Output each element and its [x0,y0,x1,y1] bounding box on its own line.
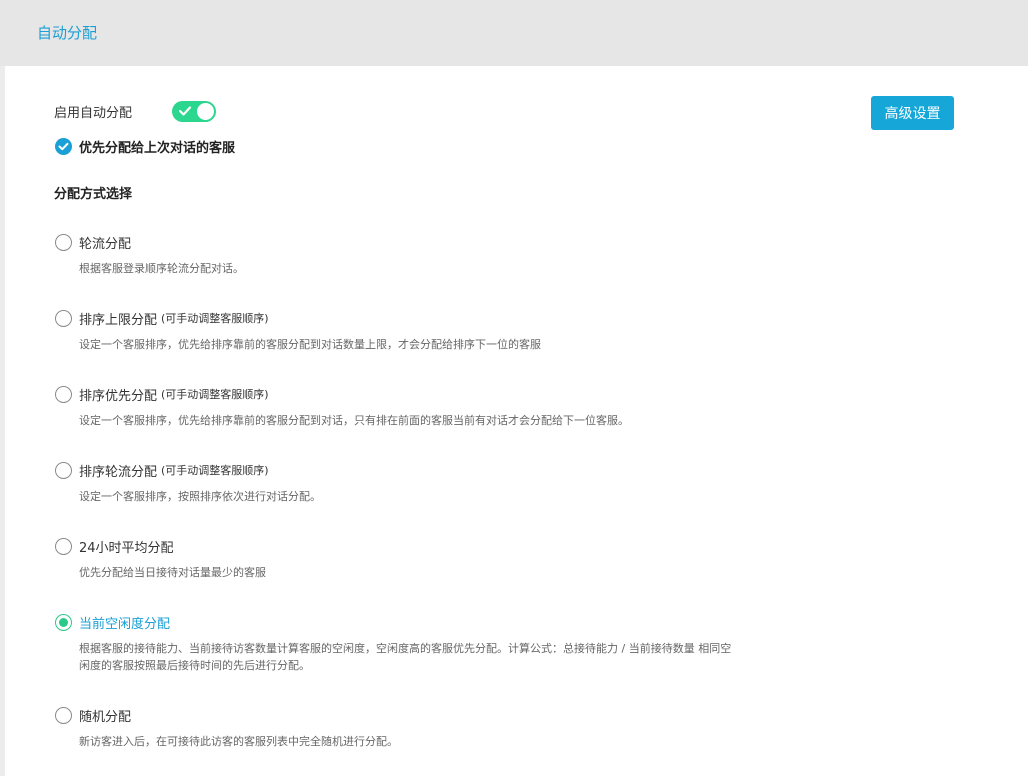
prefer-last-agent-checkbox[interactable]: 优先分配给上次对话的客服 [55,137,236,156]
option-note: (可手动调整客服顺序) [161,312,269,325]
option-note: (可手动调整客服顺序) [161,464,269,477]
section-title: 分配方式选择 [54,187,133,202]
option-24h-average[interactable]: 24小时平均分配 优先分配给当日接待对话量最少的客服 [55,537,739,581]
option-random[interactable]: 随机分配 新访客进入后，在可接待此访客的客服列表中完全随机进行分配。 [55,706,739,750]
option-description: 设定一个客服排序，优先给排序靠前的客服分配到对话，只有排在前面的客服当前有对话才… [79,414,629,427]
radio-button[interactable] [55,385,72,403]
enable-auto-assign-label: 启用自动分配 [54,106,133,121]
option-description: 新访客进入后，在可接待此访客的客服列表中完全随机进行分配。 [79,735,398,748]
option-sorted-round-robin[interactable]: 排序轮流分配 (可手动调整客服顺序) 设定一个客服排序，按照排序依次进行对话分配… [55,461,739,505]
option-label: 随机分配 [79,709,132,725]
option-label: 24小时平均分配 [79,540,174,556]
header-bar: 自动分配 [0,0,1028,66]
radio-button[interactable] [55,233,72,251]
page-title: 自动分配 [37,24,98,42]
check-icon [178,106,192,116]
checked-circle-icon[interactable] [55,137,72,155]
toggle-knob [197,103,214,120]
option-label: 排序轮流分配 [79,464,158,480]
option-label: 排序优先分配 [79,388,158,404]
option-label: 排序上限分配 [79,312,158,328]
radio-button[interactable] [55,537,72,555]
advanced-settings-button[interactable]: 高级设置 [871,96,954,130]
radio-button[interactable] [55,309,72,327]
prefer-last-agent-label: 优先分配给上次对话的客服 [79,140,236,156]
radio-dot [59,617,68,627]
option-sorted-priority[interactable]: 排序优先分配 (可手动调整客服顺序) 设定一个客服排序，优先给排序靠前的客服分配… [55,385,739,429]
radio-button[interactable] [55,461,72,479]
option-note: (可手动调整客服顺序) [161,388,269,401]
option-sorted-limit[interactable]: 排序上限分配 (可手动调整客服顺序) 设定一个客服排序，优先给排序靠前的客服分配… [55,309,739,353]
option-round-robin[interactable]: 轮流分配 根据客服登录顺序轮流分配对话。 [55,233,739,277]
option-description: 根据客服的接待能力、当前接待访客数量计算客服的空闲度，空闲度高的客服优先分配。计… [79,642,732,672]
option-description: 设定一个客服排序，按照排序依次进行对话分配。 [79,490,321,503]
option-description: 根据客服登录顺序轮流分配对话。 [79,262,244,275]
option-label: 当前空闲度分配 [79,616,171,632]
option-description: 设定一个客服排序，优先给排序靠前的客服分配到对话数量上限，才会分配给排序下一位的… [79,338,541,351]
radio-button-selected[interactable] [55,613,72,631]
option-description: 优先分配给当日接待对话量最少的客服 [79,566,266,579]
option-current-idle[interactable]: 当前空闲度分配 根据客服的接待能力、当前接待访客数量计算客服的空闲度，空闲度高的… [55,613,739,674]
enable-auto-assign-toggle[interactable] [172,101,216,122]
radio-button[interactable] [55,706,72,724]
option-label: 轮流分配 [79,236,132,252]
